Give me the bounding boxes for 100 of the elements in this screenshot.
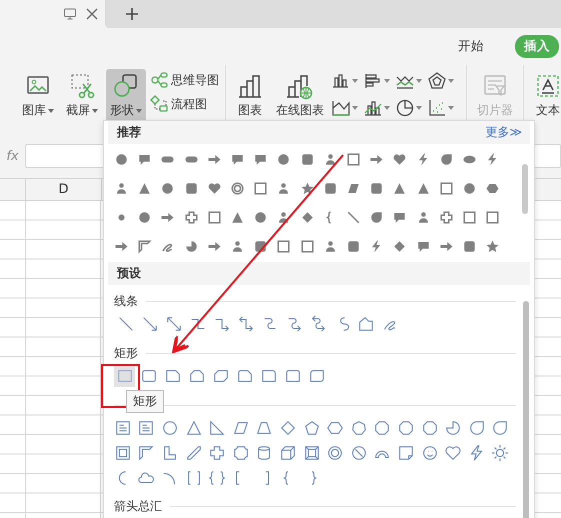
ribbon-button[interactable]: 思维导图 — [150, 71, 219, 89]
shape-icon[interactable] — [184, 181, 199, 196]
basic-shape-icon[interactable] — [444, 444, 462, 462]
shape-icon[interactable] — [346, 239, 361, 254]
shape-icon[interactable] — [392, 210, 408, 225]
shape-icon[interactable] — [137, 152, 152, 167]
shape-icon[interactable] — [137, 210, 152, 225]
shape-icon[interactable] — [346, 181, 361, 196]
basic-shape-icon[interactable] — [396, 418, 415, 436]
basic-shape-icon[interactable] — [350, 444, 368, 462]
line-shape-icon[interactable] — [309, 315, 327, 333]
ribbon-button[interactable]: 流程图 — [150, 95, 219, 113]
shape-icon[interactable] — [392, 239, 408, 254]
ribbon-tab[interactable]: 开始 — [449, 35, 493, 58]
shape-icon[interactable] — [369, 181, 384, 196]
basic-shape-icon[interactable] — [396, 444, 415, 462]
caret-icon — [92, 108, 98, 112]
shape-icon[interactable] — [184, 239, 199, 254]
area-chart-icon — [332, 99, 350, 117]
basic-shape-icon[interactable] — [208, 418, 226, 436]
shape-icon[interactable] — [346, 210, 361, 225]
combo-chart-icon — [364, 99, 382, 117]
shape-icon[interactable] — [462, 239, 477, 254]
shape-icon[interactable] — [438, 181, 454, 196]
basic-shape-icon[interactable] — [232, 444, 250, 462]
shape-icon[interactable] — [137, 239, 152, 254]
shape-icon[interactable] — [300, 152, 315, 167]
shape-icon[interactable] — [392, 152, 408, 167]
basic-shape-icon[interactable] — [137, 418, 156, 436]
rectangle-shape-option[interactable] — [114, 365, 135, 387]
shape-icon[interactable] — [462, 210, 477, 225]
ribbon-button[interactable]: 截屏 — [62, 69, 102, 123]
basic-shape-icon[interactable] — [278, 418, 297, 436]
ribbon-button[interactable]: 图表 — [232, 69, 268, 123]
shape-icon[interactable] — [438, 152, 454, 167]
basic-shape-icon[interactable] — [468, 418, 486, 436]
shape-icon[interactable] — [300, 210, 315, 225]
line-shape-icon[interactable] — [141, 315, 159, 333]
more-link[interactable]: 更多≫ — [485, 124, 522, 141]
shape-icon[interactable] — [253, 210, 268, 225]
basic-shape-icon[interactable] — [350, 418, 368, 436]
basic-shape-icon[interactable] — [491, 418, 510, 436]
monitor-icon — [63, 7, 77, 21]
shape-icon[interactable] — [184, 210, 199, 225]
shape-icon[interactable] — [322, 181, 338, 196]
shape-icon[interactable] — [485, 239, 500, 254]
basic-shape-icon[interactable] — [373, 418, 392, 436]
shape-icon[interactable] — [300, 239, 315, 254]
shape-icon[interactable] — [137, 181, 152, 196]
shape-icon[interactable] — [114, 152, 130, 167]
shape-icon[interactable] — [416, 239, 431, 254]
basic-shape-icon[interactable] — [491, 444, 510, 462]
basic-shape-icon[interactable] — [184, 444, 203, 462]
line-shape-icon[interactable] — [165, 315, 183, 333]
shape-icon[interactable] — [230, 210, 246, 225]
caret-icon — [416, 79, 422, 83]
basic-shape-icon[interactable] — [420, 444, 439, 462]
new-tab-icon[interactable] — [125, 7, 139, 21]
basic-shape-icon[interactable] — [444, 418, 462, 436]
shape-icon[interactable] — [253, 152, 268, 167]
basic-shape-icon[interactable] — [114, 418, 132, 436]
ribbon-button[interactable]: 文本 — [530, 69, 561, 123]
caret-icon — [448, 106, 454, 110]
scrollbar[interactable] — [522, 164, 528, 214]
shape-icon[interactable] — [276, 152, 292, 167]
ribbon-button[interactable]: 形状 — [106, 69, 146, 123]
shape-icon[interactable] — [230, 152, 246, 167]
basic-shape-icon[interactable] — [302, 444, 321, 462]
shape-icon[interactable] — [485, 210, 500, 225]
shape-icon[interactable] — [206, 210, 222, 225]
shape-icon[interactable] — [206, 181, 222, 196]
basic-shape-icon[interactable] — [208, 444, 226, 462]
shape-icon[interactable] — [438, 210, 454, 225]
basic-shape-icon[interactable] — [137, 444, 156, 462]
basic-shape-icon[interactable] — [326, 444, 344, 462]
shape-icon[interactable] — [230, 181, 246, 196]
shape-icon[interactable] — [300, 181, 315, 196]
close-icon[interactable] — [85, 7, 99, 21]
ribbon-button[interactable]: 图库 — [18, 69, 58, 123]
shape-icon[interactable] — [346, 152, 361, 167]
basic-shape-icon[interactable] — [184, 418, 203, 436]
shape-icon[interactable] — [160, 181, 176, 196]
shape-icon[interactable] — [392, 181, 408, 196]
shape-icon[interactable] — [416, 181, 431, 196]
basic-shape-icon[interactable] — [278, 444, 297, 462]
shape-icon[interactable] — [462, 181, 477, 196]
line-shape-icon[interactable] — [357, 315, 375, 333]
basic-shape-icon[interactable] — [160, 418, 179, 436]
column-header[interactable]: D — [26, 179, 102, 200]
basic-shape-icon[interactable] — [208, 468, 226, 486]
scrollbar[interactable] — [523, 301, 529, 518]
shape-icon[interactable] — [369, 210, 384, 225]
shape-icon[interactable] — [276, 239, 292, 254]
basic-shape-icon[interactable] — [302, 418, 321, 436]
basic-shape-icon[interactable] — [420, 418, 439, 436]
line-shape-icon[interactable] — [237, 315, 255, 333]
shape-icon[interactable] — [253, 181, 268, 196]
shape-icon[interactable] — [485, 181, 500, 196]
line-shape-icon[interactable] — [117, 315, 135, 333]
basic-shape-icon[interactable] — [114, 444, 132, 462]
